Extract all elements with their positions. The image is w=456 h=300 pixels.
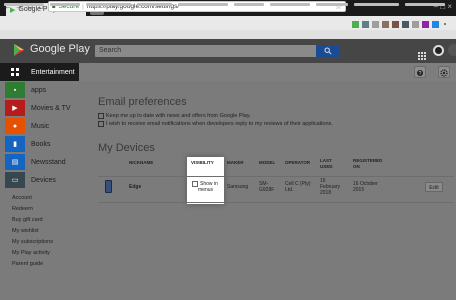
device-model: SM- G928F: [259, 181, 275, 193]
column-header-operator: OPERATOR: [285, 160, 311, 165]
device-maker: Samsung: [227, 184, 249, 190]
sidebar-item-newsstand[interactable]: ▤ Newsstand: [0, 153, 79, 171]
checkbox-label: I wish to receive email notifications wh…: [106, 121, 333, 127]
table-divider: [98, 176, 454, 177]
email-preferences-heading: Email preferences: [98, 96, 187, 108]
avatar[interactable]: [448, 44, 456, 56]
film-icon: ▶: [5, 100, 25, 116]
bookmark-item[interactable]: [234, 3, 264, 6]
checkbox-label: Keep me up to date with news and offers …: [106, 113, 251, 119]
column-header-model: MODEL: [259, 160, 276, 165]
bookmark-item[interactable]: [50, 3, 80, 6]
sub-toolbar: [79, 63, 456, 81]
sidebar-item-music[interactable]: ● Music: [0, 117, 79, 135]
search-button[interactable]: [316, 45, 339, 57]
bookmark-item[interactable]: [316, 3, 348, 6]
sidebar-link-activity[interactable]: My Play activity: [12, 250, 50, 256]
checkbox-icon[interactable]: [98, 113, 104, 119]
sidebar-item-apps[interactable]: ▪ apps: [0, 81, 79, 99]
newsletter-checkbox[interactable]: Keep me up to date with news and offers …: [98, 113, 251, 119]
sidebar-item-label: Devices: [31, 176, 56, 184]
phone-icon: [105, 180, 112, 193]
brand-title[interactable]: Google Play: [30, 43, 90, 55]
sidebar-link-redeem[interactable]: Redeem: [12, 206, 33, 212]
newspaper-icon: ▤: [5, 154, 25, 170]
column-header-last-used: LAST USED: [320, 158, 333, 169]
device-icon: ▭: [5, 172, 25, 188]
sidebar-item-movies[interactable]: ▶ Movies & TV: [0, 99, 79, 117]
bookmark-item[interactable]: [86, 3, 131, 6]
book-icon: ▮: [5, 136, 25, 152]
sidebar-link-account[interactable]: Account: [12, 195, 32, 201]
sidebar-item-devices[interactable]: ▭ Devices: [0, 171, 79, 189]
sidebar-item-label: Music: [31, 122, 50, 130]
sidebar-item-label: apps: [31, 86, 47, 94]
sidebar-item-label: Movies & TV: [31, 104, 71, 112]
sidebar-link-gift-card[interactable]: Buy gift card: [12, 217, 43, 223]
apps-grid-icon[interactable]: [418, 47, 426, 60]
column-header-visibility: VISIBILITY: [191, 160, 214, 165]
bookmark-item[interactable]: [354, 3, 399, 6]
sidebar-item-label: Newsstand: [31, 158, 66, 166]
extension-icons[interactable]: [350, 17, 450, 28]
sidebar-item-books[interactable]: ▮ Books: [0, 135, 79, 153]
bookmarks-bar: [0, 30, 456, 39]
bookmark-item[interactable]: [405, 3, 445, 6]
headphones-icon: ●: [5, 118, 25, 134]
sidebar-item-entertainment[interactable]: Entertainment: [0, 63, 79, 81]
google-play-logo-icon[interactable]: [12, 43, 26, 57]
device-last-used: 16 February 2018: [320, 178, 341, 196]
sidebar-link-parent-guide[interactable]: Parent guide: [12, 261, 43, 267]
column-header-maker: MAKER: [227, 160, 244, 165]
grid-icon: [5, 64, 25, 80]
search-input[interactable]: Search: [95, 45, 339, 57]
device-nickname: Edge: [129, 184, 142, 190]
sidebar-item-label: Books: [31, 140, 51, 148]
notifications-icon[interactable]: [433, 45, 444, 56]
edit-device-button[interactable]: Edit: [425, 182, 443, 192]
sidebar-link-wishlist[interactable]: My wishlist: [12, 228, 39, 234]
table-divider: [98, 202, 454, 203]
sidebar-link-subscriptions[interactable]: My subscriptions: [12, 239, 53, 245]
bookmark-item[interactable]: [137, 3, 172, 6]
my-devices-heading: My Devices: [98, 142, 155, 154]
bookmark-item[interactable]: [270, 3, 310, 6]
bookmark-item[interactable]: [4, 3, 44, 6]
device-operator: Cell C (Pty) Ltd.: [285, 181, 311, 193]
svg-text:?: ?: [419, 71, 422, 77]
sidebar-item-label: Entertainment: [31, 68, 75, 76]
column-header-registered: REGISTERED ON: [353, 158, 383, 169]
checkbox-icon[interactable]: [98, 121, 104, 127]
review-reply-checkbox[interactable]: I wish to receive email notifications wh…: [98, 121, 333, 127]
column-header-nickname: NICKNAME: [129, 160, 154, 165]
help-icon[interactable]: ?: [414, 66, 426, 78]
search-icon: [324, 47, 332, 55]
visibility-checkbox[interactable]: Show in menus: [192, 181, 218, 193]
settings-gear-icon[interactable]: [438, 66, 450, 78]
android-icon: ▪: [5, 82, 25, 98]
device-registered: 16 October 2015: [353, 181, 378, 193]
bookmark-item[interactable]: [178, 3, 228, 6]
